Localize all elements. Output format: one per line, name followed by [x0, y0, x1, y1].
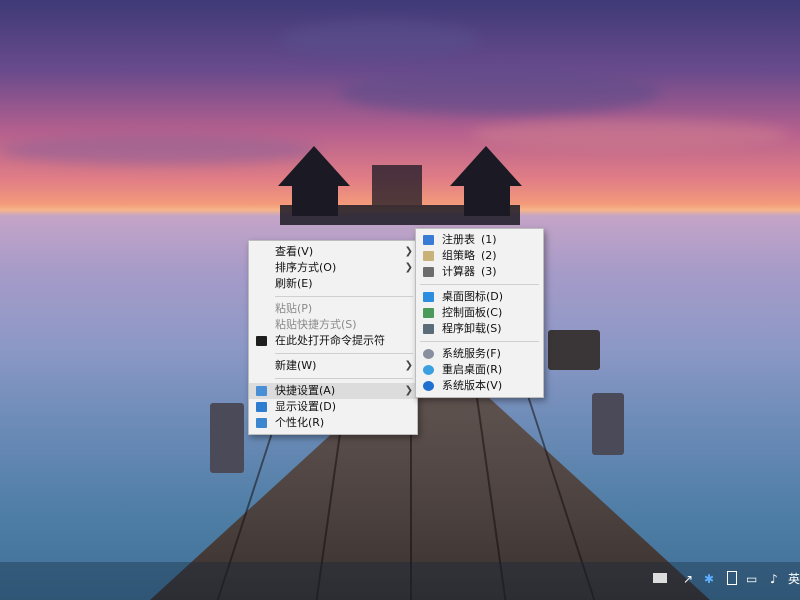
submenu-item-label: 组策略: [442, 249, 475, 262]
pier-post: [548, 330, 600, 370]
pier-gate: [372, 165, 422, 205]
submenu-item-label: 计算器: [442, 265, 475, 278]
menu-item-view[interactable]: 查看(V) ❯: [249, 244, 417, 260]
menu-item-sort[interactable]: 排序方式(O) ❯: [249, 260, 417, 276]
menu-item-open-cmd[interactable]: 在此处打开命令提示符: [249, 333, 417, 349]
submenu-item-label: 程序卸载(S): [442, 322, 502, 335]
submenu-item-label: 控制面板(C): [442, 306, 503, 319]
submenu-item-label: 重启桌面(R): [442, 363, 503, 376]
submenu-item-label: 系统版本(V): [442, 379, 503, 392]
services-icon: [423, 349, 434, 359]
menu-item-label: 查看(V): [275, 245, 314, 258]
submenu-item-number: (1): [481, 233, 497, 246]
menu-item-label: 个性化(R): [275, 416, 325, 429]
pier-post: [210, 403, 244, 473]
menu-item-refresh[interactable]: 刷新(E): [249, 276, 417, 292]
submenu-item-services[interactable]: 系统服务(F): [416, 346, 543, 362]
chevron-right-icon: ❯: [404, 385, 413, 396]
menu-item-paste-shortcut[interactable]: 粘贴快捷方式(S): [249, 317, 417, 333]
submenu-item-control-panel[interactable]: 控制面板(C): [416, 305, 543, 321]
submenu-item-registry[interactable]: 注册表 (1): [416, 232, 543, 248]
policy-icon: [423, 251, 434, 261]
submenu-item-desktop-icons[interactable]: 桌面图标(D): [416, 289, 543, 305]
personalize-icon: [256, 418, 267, 428]
menu-separator: [275, 378, 413, 379]
menu-item-display-settings[interactable]: 显示设置(D): [249, 399, 417, 415]
info-icon: [423, 381, 434, 391]
menu-item-label: 排序方式(O): [275, 261, 337, 274]
submenu-item-group-policy[interactable]: 组策略 (2): [416, 248, 543, 264]
display-icon: [256, 402, 267, 412]
chevron-right-icon: ❯: [404, 246, 413, 257]
pavilion-left: [278, 146, 350, 186]
keyboard-icon[interactable]: [653, 573, 667, 583]
chevron-right-icon: ❯: [404, 360, 413, 371]
submenu-item-label: 注册表: [442, 233, 475, 246]
submenu-item-label: 系统服务(F): [442, 347, 501, 360]
menu-item-quick-settings[interactable]: 快捷设置(A) ❯: [249, 383, 417, 399]
menu-item-label: 刷新(E): [275, 277, 313, 290]
network-icon[interactable]: ▭: [746, 572, 757, 586]
submenu-item-calculator[interactable]: 计算器 (3): [416, 264, 543, 280]
volume-icon[interactable]: ♪: [770, 572, 778, 586]
menu-separator: [275, 353, 413, 354]
submenu-item-number: (2): [481, 249, 497, 262]
submenu-item-uninstall[interactable]: 程序卸载(S): [416, 321, 543, 337]
menu-separator: [420, 284, 539, 285]
calculator-icon: [423, 267, 434, 277]
cursor-icon[interactable]: ↗: [683, 572, 693, 586]
desktop-icon: [423, 292, 434, 302]
menu-separator: [275, 296, 413, 297]
quick-settings-icon: [256, 386, 267, 396]
restart-icon: [423, 365, 434, 375]
submenu-item-number: (3): [481, 265, 497, 278]
menu-item-label: 显示设置(D): [275, 400, 337, 413]
cloud: [280, 20, 480, 60]
cloud: [0, 135, 320, 165]
menu-item-label: 快捷设置(A): [275, 384, 336, 397]
uninstall-icon: [423, 324, 434, 334]
taskbar: [0, 562, 800, 600]
menu-item-personalize[interactable]: 个性化(R): [249, 415, 417, 431]
cmd-icon: [256, 336, 267, 346]
usb-icon[interactable]: [727, 571, 737, 585]
submenu-item-label: 桌面图标(D): [442, 290, 504, 303]
input-language[interactable]: 英: [788, 572, 800, 586]
cloud: [340, 70, 660, 115]
menu-item-label: 在此处打开命令提示符: [275, 334, 385, 347]
quick-settings-submenu: 注册表 (1) 组策略 (2) 计算器 (3) 桌面图标(D) 控制面板(C) 程序卸…: [415, 228, 544, 398]
registry-icon: [423, 235, 434, 245]
desktop-context-menu: 查看(V) ❯ 排序方式(O) ❯ 刷新(E) 粘贴(P) 粘贴快捷方式(S) 在此…: [248, 240, 418, 435]
menu-separator: [420, 341, 539, 342]
submenu-item-restart-desktop[interactable]: 重启桌面(R): [416, 362, 543, 378]
pier-far-deck: [280, 205, 520, 225]
pier-post: [592, 393, 624, 455]
control-panel-icon: [423, 308, 434, 318]
menu-item-new[interactable]: 新建(W) ❯: [249, 358, 417, 374]
submenu-item-system-version[interactable]: 系统版本(V): [416, 378, 543, 394]
menu-item-label: 新建(W): [275, 359, 317, 372]
chevron-right-icon: ❯: [404, 262, 413, 273]
menu-item-label: 粘贴(P): [275, 302, 313, 315]
menu-item-paste[interactable]: 粘贴(P): [249, 301, 417, 317]
menu-item-label: 粘贴快捷方式(S): [275, 318, 357, 331]
pavilion-right: [450, 146, 522, 186]
bluetooth-icon[interactable]: ✱: [704, 572, 714, 586]
